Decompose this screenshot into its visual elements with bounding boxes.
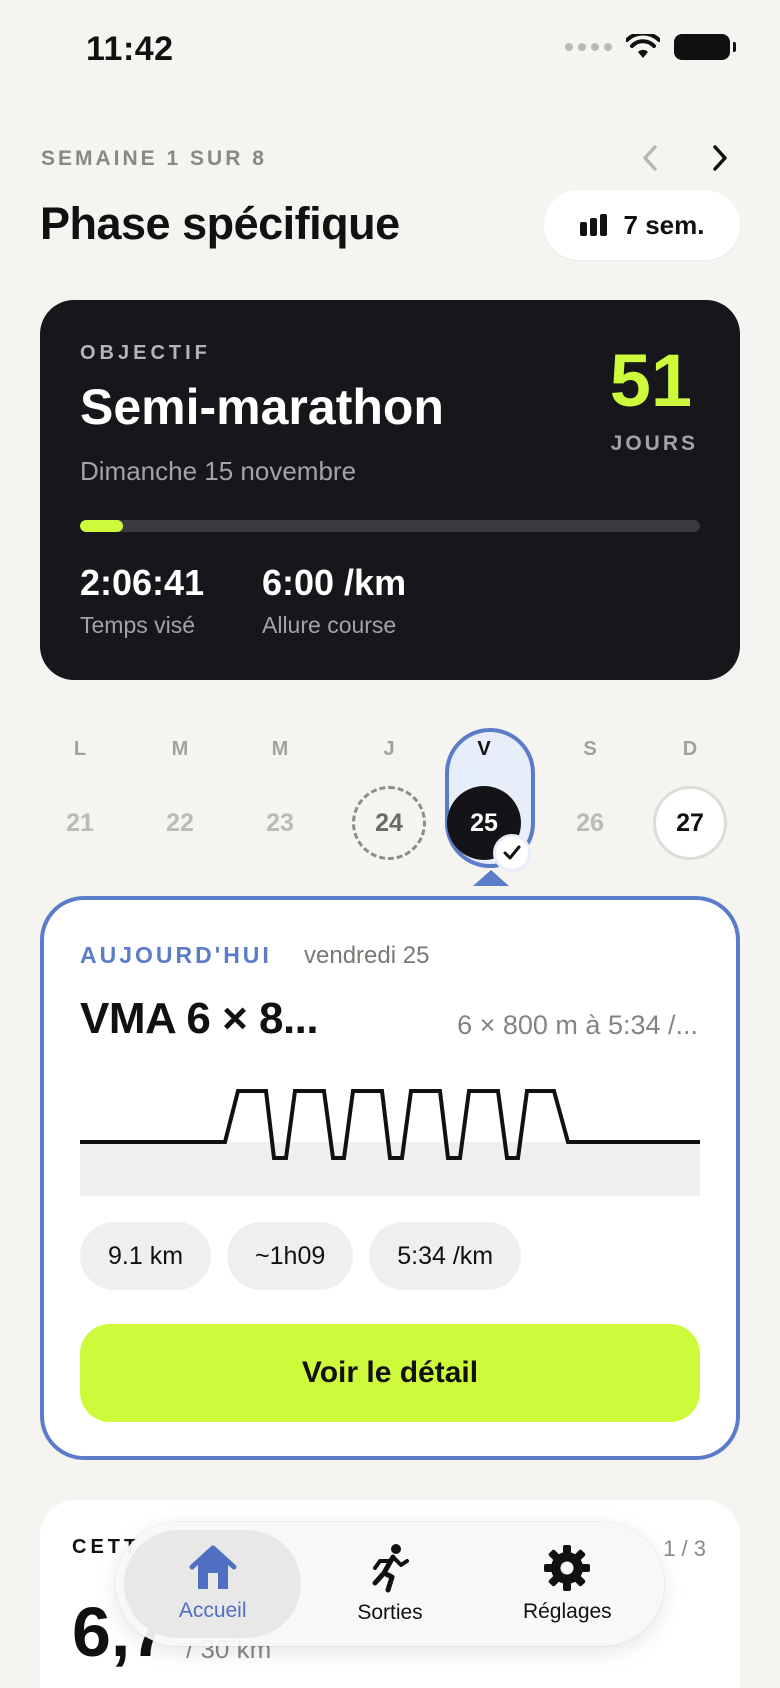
goal-progress-fill [80,520,124,532]
duration-chip: ~1h09 [227,1222,354,1290]
days-remaining-label: JOURS [610,432,698,455]
chevron-left-icon [643,145,657,171]
weeks-pill-label: 7 sem. [623,209,705,240]
status-bar: 11:42 [0,0,780,110]
tab-reglages[interactable]: Réglages [479,1530,656,1638]
day-saturday[interactable]: S 26 [550,728,630,860]
day-friday-selected[interactable]: V 25 [444,728,535,872]
cellular-signal-icon [565,43,612,51]
day-letter: L [73,738,87,760]
target-time-value: 2:06:41 [80,562,205,603]
tab-label: Accueil [178,1599,247,1622]
day-monday[interactable]: L 21 [40,728,120,860]
day-letter: D [682,738,698,760]
day-letter: V [477,738,491,760]
session-metrics: 9.1 km ~1h09 5:34 /km [80,1222,522,1290]
day-number: 26 [576,808,604,837]
previous-week-button[interactable] [630,138,670,178]
battery-icon [674,34,736,60]
view-detail-button[interactable]: Voir le détail [80,1324,700,1422]
tab-accueil[interactable]: Accueil [124,1530,302,1638]
goal-progress-bar [80,520,700,532]
day-number-selected: 25 [447,786,531,872]
home-icon [189,1545,237,1589]
status-icons [565,34,736,60]
distance-chip: 9.1 km [80,1222,212,1290]
weeks-remaining-pill[interactable]: 7 sem. [544,190,740,260]
tab-sorties[interactable]: Sorties [301,1530,478,1638]
day-letter: M [271,738,289,760]
day-number: 23 [266,808,294,837]
day-letter: J [383,738,395,760]
day-letter: M [171,738,189,760]
wifi-icon [626,34,660,58]
tab-bar: Accueil Sorties Réglages [116,1522,664,1646]
day-wednesday[interactable]: M 23 [240,728,320,860]
next-week-button[interactable] [700,138,740,178]
chevron-right-icon [713,145,727,171]
checkmark-icon [493,834,531,872]
week-navigation: SEMAINE 1 SUR 8 [41,144,740,174]
status-time: 11:42 [86,30,174,68]
pace-chip: 5:34 /km [369,1222,522,1290]
gear-icon [544,1545,591,1591]
today-eyebrow: AUJOURD'HUI [80,942,272,968]
day-number: 25 [470,808,498,837]
race-pace-label: Allure course [262,612,397,638]
session-subtitle: 6 × 800 m à 5:34 /... [457,1010,698,1040]
tab-label: Sorties [357,1601,423,1624]
tab-label: Réglages [522,1600,612,1623]
day-letter: S [583,738,597,760]
days-remaining-value: 51 [609,339,692,422]
target-time-stat: 2:06:41 Temps visé [80,562,204,639]
session-title: VMA 6 × 8... [80,994,319,1043]
day-number: 21 [66,808,94,837]
day-sunday[interactable]: D 27 [650,728,730,860]
goal-race-name: Semi-marathon [80,379,444,435]
race-pace-value: 6:00 /km [262,562,407,603]
selected-day-pointer [473,870,509,886]
week-summary-count: 1 / 3 [663,1536,706,1561]
today-session-card[interactable]: AUJOURD'HUI vendredi 25 VMA 6 × 8... 6 ×… [40,896,740,1460]
goal-race-date: Dimanche 15 novembre [80,456,357,486]
bar-chart-icon [579,214,607,236]
goal-eyebrow: OBJECTIF [80,342,211,364]
day-number: 22 [166,808,194,837]
runner-icon [372,1544,409,1593]
week-day-strip: L 21 M 22 M 23 J 24 V 25 S 26 D 27 [40,728,740,878]
target-time-label: Temps visé [80,612,196,638]
day-tuesday[interactable]: M 22 [140,728,220,860]
today-date: vendredi 25 [304,942,430,969]
page-title: Phase spécifique [40,198,400,249]
race-pace-stat: 6:00 /km Allure course [262,562,406,639]
interval-profile-graph [80,1089,700,1196]
goal-card[interactable]: OBJECTIF Semi-marathon Dimanche 15 novem… [40,300,740,680]
day-number: 27 [653,786,727,860]
day-number: 24 [352,786,426,860]
day-thursday[interactable]: J 24 [349,728,429,860]
week-nav-arrows [630,138,740,178]
